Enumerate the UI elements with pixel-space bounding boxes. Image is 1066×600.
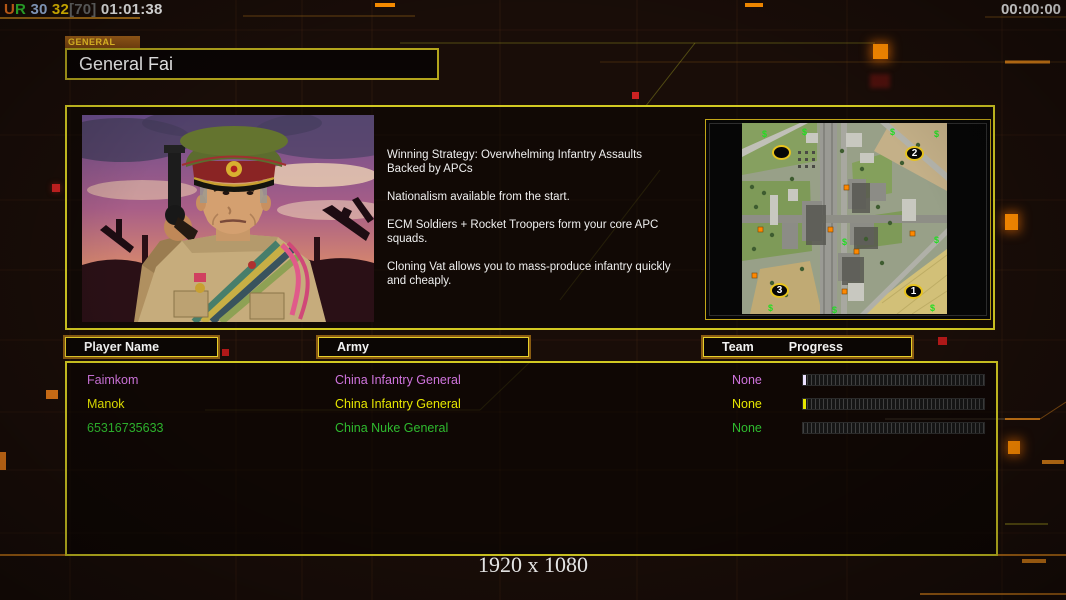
general-portrait <box>82 115 374 322</box>
stat-u: U <box>4 1 16 18</box>
player-row: 65316735633 China Nuke General None <box>67 417 996 441</box>
header-label-progress: Progress <box>788 340 843 354</box>
player-army: China Infantry General <box>335 397 461 411</box>
bio-paragraph: Nationalism available from the start. <box>387 191 570 203</box>
start-marker-2: 2 <box>905 146 924 161</box>
player-team: None <box>732 421 762 435</box>
player-team: None <box>732 397 762 411</box>
bio-paragraph: Winning Strategy: Overwhelming Infantry … <box>387 149 643 175</box>
red-square <box>632 92 639 99</box>
player-row: Manok China Infantry General None <box>67 393 996 417</box>
glow-square <box>1005 214 1018 230</box>
player-name: Manok <box>87 397 125 411</box>
player-list-panel: Faimkom China Infantry General None Mano… <box>65 361 998 556</box>
red-square <box>52 184 60 192</box>
bio-paragraph: ECM Soldiers + Rocket Troopers form your… <box>387 219 659 245</box>
progress-tick <box>803 423 806 433</box>
supply-icon: $ <box>890 127 895 137</box>
progress-tick <box>803 375 806 385</box>
column-header-team-progress: Team Progress <box>701 335 914 359</box>
minimap: $ $ $ $ $ $ $ $ $ 2 3 1 <box>742 123 948 315</box>
glow-square <box>1008 441 1020 454</box>
bio-paragraph: Cloning Vat allows you to mass-produce i… <box>387 261 671 287</box>
load-progress-bar <box>802 398 985 410</box>
progress-tick <box>803 399 806 409</box>
player-army: China Infantry General <box>335 373 461 387</box>
player-name: Faimkom <box>87 373 139 387</box>
supply-icon: $ <box>934 235 939 245</box>
general-name-box: General Fai <box>65 48 439 80</box>
orange-square <box>0 452 6 470</box>
start-marker-empty <box>772 145 791 160</box>
header-label: Player Name <box>84 340 160 354</box>
red-square <box>938 337 947 345</box>
column-header-player-name: Player Name <box>63 335 220 359</box>
supply-icon: $ <box>762 129 767 139</box>
start-marker-3: 3 <box>770 283 789 298</box>
supply-icon: $ <box>832 305 837 314</box>
supply-icon: $ <box>768 303 773 313</box>
player-army: China Nuke General <box>335 421 449 435</box>
player-team: None <box>732 373 762 387</box>
header-label: Army <box>337 340 369 354</box>
supply-icon: $ <box>934 129 939 139</box>
player-row: Faimkom China Infantry General None <box>67 369 996 393</box>
start-marker-1: 1 <box>904 284 923 299</box>
stat-30: 30 <box>26 1 48 18</box>
general-tab-label: GENERAL <box>65 36 140 48</box>
clock: 01:01:38 <box>96 1 163 18</box>
stat-70: [70] <box>69 1 97 18</box>
loading-screen: UR 30 32[70] 01:01:38 00:00:00 GENERAL G… <box>0 0 1066 600</box>
load-progress-bar <box>802 422 985 434</box>
resolution-label: 1920 x 1080 <box>478 552 588 577</box>
supply-icon: $ <box>842 237 847 247</box>
column-header-army: Army <box>316 335 531 359</box>
general-name: General Fai <box>79 53 174 74</box>
header-label-team: Team <box>722 340 754 354</box>
stat-r: R <box>15 1 27 18</box>
load-progress-bar <box>802 374 985 386</box>
general-bio: Winning Strategy: Overwhelming Infantry … <box>387 148 722 302</box>
glow-square-reflection <box>870 74 890 88</box>
minimap-panel: $ $ $ $ $ $ $ $ $ 2 3 1 <box>705 119 991 320</box>
supply-icon: $ <box>802 127 807 137</box>
orange-square <box>46 390 58 399</box>
glow-square <box>873 44 888 59</box>
supply-icon: $ <box>930 303 935 313</box>
stat-32: 32 <box>47 1 69 18</box>
player-name: 65316735633 <box>87 421 164 435</box>
red-square <box>222 349 229 356</box>
general-info-panel: Winning Strategy: Overwhelming Infantry … <box>65 105 995 330</box>
network-stats: UR 30 32[70] 01:01:38 <box>4 1 163 18</box>
match-timer: 00:00:00 <box>1000 1 1061 18</box>
